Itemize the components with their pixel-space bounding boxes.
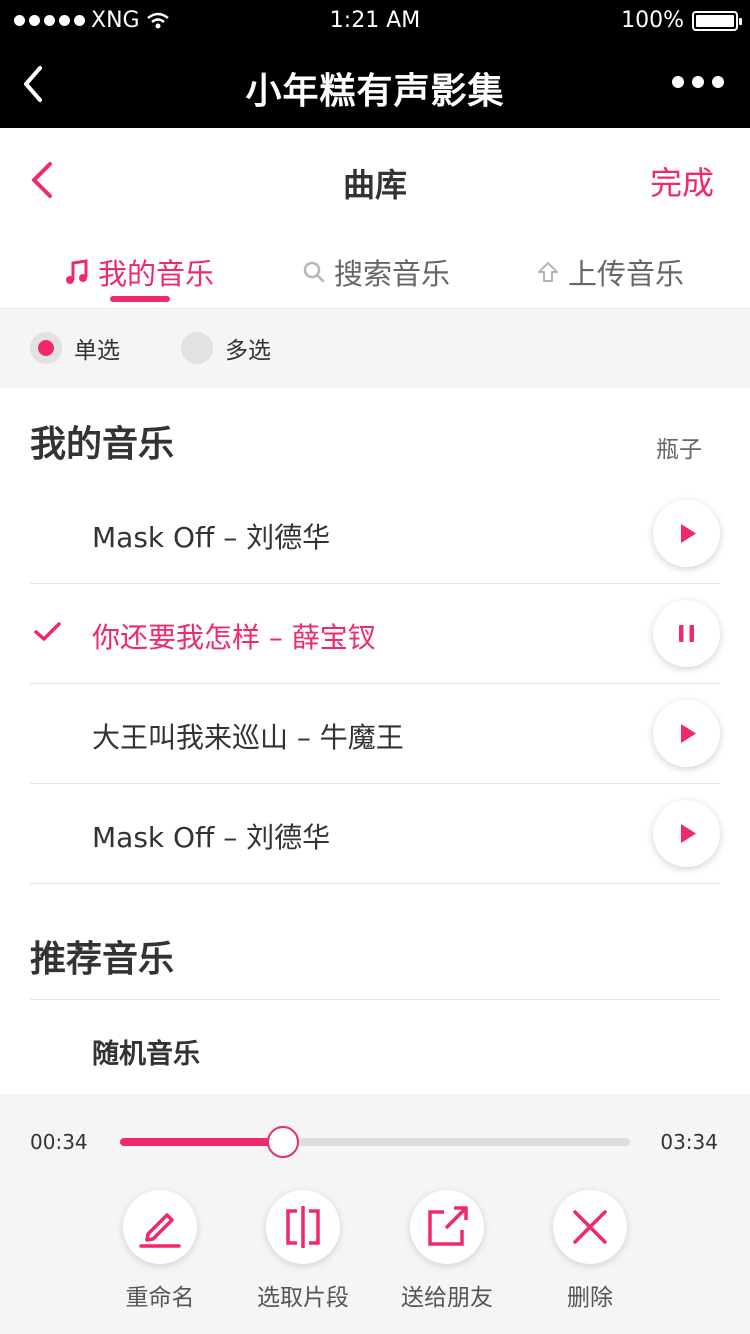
search-icon xyxy=(303,261,325,283)
section-side-label: 瓶子 xyxy=(656,437,702,463)
play-button[interactable] xyxy=(653,800,720,867)
app-top-bar: XNG 1:21 AM 100% 小年糕有声影集 xyxy=(0,0,750,128)
my-music-section-title: 我的音乐 xyxy=(30,424,175,465)
upload-icon xyxy=(538,262,558,282)
player-panel: 00:34 03:34 重命名 选取片段 送给朋友 删除 xyxy=(0,1094,750,1334)
tab-label: 搜索音乐 xyxy=(334,257,451,291)
action-label: 送给朋友 xyxy=(401,1285,493,1311)
radio-label: 多选 xyxy=(225,338,271,364)
tab-upload-music[interactable]: 上传音乐 xyxy=(536,252,684,292)
play-button[interactable] xyxy=(653,700,720,767)
radio-label: 单选 xyxy=(74,338,120,364)
rename-circle xyxy=(123,1190,197,1264)
tab-search-music[interactable]: 搜索音乐 xyxy=(302,252,450,292)
pencil-icon xyxy=(139,1213,181,1248)
active-tab-indicator xyxy=(110,296,170,302)
play-icon xyxy=(681,724,696,743)
divider xyxy=(30,999,720,1000)
more-icon[interactable] xyxy=(672,76,724,88)
radio-circle xyxy=(30,332,62,364)
clip-button[interactable]: 选取片段 xyxy=(228,1190,378,1312)
battery-icon xyxy=(692,10,742,31)
single-select-radio[interactable]: 单选 xyxy=(30,331,120,365)
battery-percent: 100% xyxy=(621,8,684,33)
action-label: 删除 xyxy=(567,1285,613,1311)
action-bar: 重命名 选取片段 送给朋友 删除 xyxy=(0,1190,750,1312)
progress-fill xyxy=(120,1138,284,1146)
share-icon xyxy=(428,1206,468,1246)
progress-thumb[interactable] xyxy=(267,1126,300,1158)
status-bar: XNG 1:21 AM 100% xyxy=(0,0,750,40)
library-title: 曲库 xyxy=(342,166,407,204)
action-label: 重命名 xyxy=(125,1285,195,1311)
play-button[interactable] xyxy=(653,500,720,567)
music-tabs: 我的音乐 搜索音乐 上传音乐 xyxy=(0,232,750,309)
song-row[interactable]: 大王叫我来巡山 – 牛魔王 xyxy=(30,684,720,784)
tab-label: 上传音乐 xyxy=(568,257,685,291)
song-title: Mask Off – 刘德华 xyxy=(92,521,331,554)
song-title: 大王叫我来巡山 – 牛魔王 xyxy=(92,721,404,754)
delete-circle xyxy=(553,1190,627,1264)
total-time: 03:34 xyxy=(660,1130,718,1154)
song-title: Mask Off – 刘德华 xyxy=(92,821,331,854)
done-button[interactable]: 完成 xyxy=(650,158,714,204)
clip-icon xyxy=(286,1206,320,1248)
nav-title: 小年糕有声影集 xyxy=(245,71,505,112)
action-label: 选取片段 xyxy=(257,1285,349,1311)
current-time: 00:34 xyxy=(30,1130,88,1154)
share-button[interactable]: 送给朋友 xyxy=(372,1190,522,1312)
recommended-section-title: 推荐音乐 xyxy=(30,939,175,980)
tab-label: 我的音乐 xyxy=(98,257,215,291)
song-row[interactable]: Mask Off – 刘德华 xyxy=(30,484,720,584)
song-row[interactable]: Mask Off – 刘德华 xyxy=(30,784,720,884)
pause-icon xyxy=(679,625,694,642)
select-mode-bar: 单选 多选 xyxy=(0,310,750,388)
multi-select-radio[interactable]: 多选 xyxy=(181,331,271,365)
rename-button[interactable]: 重命名 xyxy=(85,1190,235,1312)
library-header: 曲库 完成 xyxy=(0,128,750,232)
status-right: 100% xyxy=(621,8,742,33)
random-music-item[interactable]: 随机音乐 xyxy=(92,1032,200,1071)
delete-button[interactable]: 删除 xyxy=(515,1190,665,1312)
song-title: 你还要我怎样 – 薛宝钗 xyxy=(92,621,376,654)
radio-circle xyxy=(181,332,213,364)
play-icon xyxy=(681,824,696,843)
share-circle xyxy=(410,1190,484,1264)
tab-my-music[interactable]: 我的音乐 xyxy=(64,252,214,292)
music-note-icon xyxy=(66,259,88,284)
nav-bar: 小年糕有声影集 xyxy=(0,40,750,128)
close-icon xyxy=(573,1210,607,1244)
pause-button[interactable] xyxy=(653,600,720,667)
check-icon xyxy=(34,622,61,641)
clip-circle xyxy=(266,1190,340,1264)
song-row-selected[interactable]: 你还要我怎样 – 薛宝钗 xyxy=(30,584,720,684)
progress-slider[interactable] xyxy=(120,1126,630,1158)
play-icon xyxy=(681,524,696,543)
